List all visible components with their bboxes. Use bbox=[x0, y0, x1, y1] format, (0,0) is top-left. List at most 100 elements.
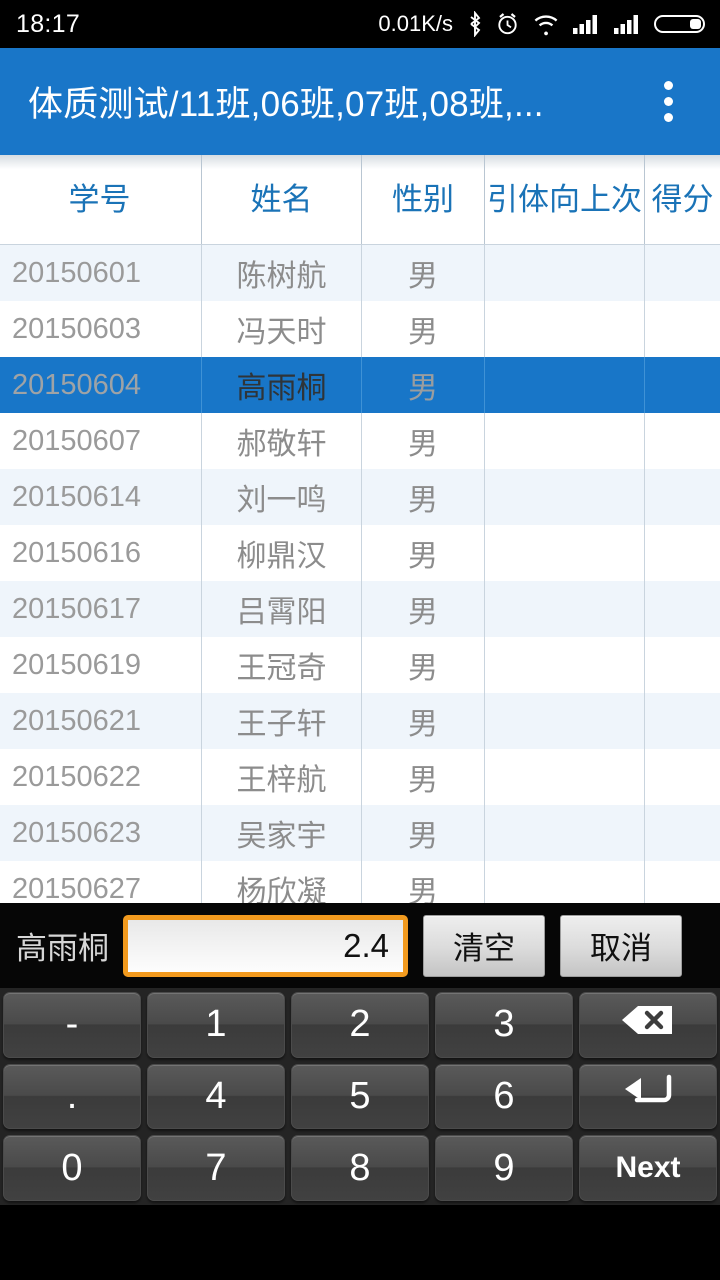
network-speed-text: 0.01K/s bbox=[378, 11, 453, 36]
value-input[interactable]: 2.4 bbox=[123, 914, 408, 977]
cell-student-id[interactable]: 20150614 bbox=[0, 469, 202, 525]
bluetooth-icon bbox=[470, 11, 481, 37]
table-row[interactable]: 20150601 陈树航男 bbox=[0, 245, 720, 301]
column-header-sex[interactable]: 性别 bbox=[362, 155, 485, 244]
key-1[interactable]: 1 bbox=[147, 992, 285, 1058]
cell-gender[interactable]: 男 bbox=[362, 357, 485, 413]
cell-student-id[interactable]: 20150601 bbox=[0, 245, 202, 301]
cell-student-name[interactable]: 吕霄阳 bbox=[202, 581, 362, 637]
cell-gender[interactable]: 男 bbox=[362, 469, 485, 525]
table-row[interactable]: 20150614 刘一鸣男 bbox=[0, 469, 720, 525]
key-2[interactable]: 2 bbox=[291, 992, 429, 1058]
key-next[interactable]: Next bbox=[579, 1135, 717, 1202]
cell-pullups[interactable] bbox=[485, 805, 645, 861]
cell-student-id[interactable]: 20150616 bbox=[0, 525, 202, 581]
overflow-menu-icon[interactable] bbox=[638, 48, 698, 155]
key-6[interactable]: 6 bbox=[435, 1063, 573, 1130]
cell-student-name[interactable]: 冯天时 bbox=[202, 301, 362, 357]
table-row[interactable]: 20150604 高雨桐男 bbox=[0, 357, 720, 413]
key-enter[interactable] bbox=[579, 1063, 717, 1130]
overflow-dot bbox=[663, 81, 673, 90]
cell-score[interactable] bbox=[645, 693, 720, 749]
cell-pullups[interactable] bbox=[485, 525, 645, 581]
cell-pullups[interactable] bbox=[485, 749, 645, 805]
key-4[interactable]: 4 bbox=[147, 1063, 285, 1130]
column-header-score[interactable]: 得分 bbox=[645, 155, 720, 244]
table-row[interactable]: 20150616 柳鼎汉男 bbox=[0, 525, 720, 581]
cell-gender[interactable]: 男 bbox=[362, 413, 485, 469]
cell-score[interactable] bbox=[645, 357, 720, 413]
key-0[interactable]: 0 bbox=[3, 1135, 141, 1202]
cell-score[interactable] bbox=[645, 749, 720, 805]
cell-student-id[interactable]: 20150623 bbox=[0, 805, 202, 861]
cell-student-name[interactable]: 吴家宇 bbox=[202, 805, 362, 861]
cell-student-id[interactable]: 20150604 bbox=[0, 357, 202, 413]
cell-score[interactable] bbox=[645, 469, 720, 525]
cell-score[interactable] bbox=[645, 245, 720, 301]
key-5[interactable]: 5 bbox=[291, 1063, 429, 1130]
table-row[interactable]: 20150627 杨欣凝男 bbox=[0, 861, 720, 903]
cell-gender[interactable]: 男 bbox=[362, 637, 485, 693]
cell-score[interactable] bbox=[645, 637, 720, 693]
cell-student-name[interactable]: 王梓航 bbox=[202, 749, 362, 805]
cell-pullups[interactable] bbox=[485, 357, 645, 413]
cell-student-id[interactable]: 20150607 bbox=[0, 413, 202, 469]
cell-student-name[interactable]: 王子轩 bbox=[202, 693, 362, 749]
cell-student-id[interactable]: 20150621 bbox=[0, 693, 202, 749]
cell-gender[interactable]: 男 bbox=[362, 749, 485, 805]
key-9[interactable]: 9 bbox=[435, 1135, 573, 1202]
cell-gender[interactable]: 男 bbox=[362, 693, 485, 749]
cell-gender[interactable]: 男 bbox=[362, 525, 485, 581]
cell-pullups[interactable] bbox=[485, 469, 645, 525]
cell-student-id[interactable]: 20150603 bbox=[0, 301, 202, 357]
table-row[interactable]: 20150622 王梓航男 bbox=[0, 749, 720, 805]
column-header-name[interactable]: 姓名 bbox=[202, 155, 362, 244]
table-row[interactable]: 20150623 吴家宇男 bbox=[0, 805, 720, 861]
cell-student-id[interactable]: 20150617 bbox=[0, 581, 202, 637]
key-7[interactable]: 7 bbox=[147, 1135, 285, 1202]
cell-student-name[interactable]: 杨欣凝 bbox=[202, 861, 362, 903]
column-header-pullups[interactable]: 引体向上次 bbox=[485, 155, 645, 244]
cell-student-name[interactable]: 陈树航 bbox=[202, 245, 362, 301]
cell-pullups[interactable] bbox=[485, 301, 645, 357]
table-row[interactable]: 20150621 王子轩男 bbox=[0, 693, 720, 749]
cell-gender[interactable]: 男 bbox=[362, 581, 485, 637]
cell-score[interactable] bbox=[645, 805, 720, 861]
cell-student-id[interactable]: 20150622 bbox=[0, 749, 202, 805]
cell-pullups[interactable] bbox=[485, 581, 645, 637]
cell-score[interactable] bbox=[645, 861, 720, 903]
table-row[interactable]: 20150617 吕霄阳男 bbox=[0, 581, 720, 637]
cell-student-name[interactable]: 郝敬轩 bbox=[202, 413, 362, 469]
cell-student-id[interactable]: 20150619 bbox=[0, 637, 202, 693]
clear-button[interactable]: 清空 bbox=[423, 914, 545, 977]
cell-gender[interactable]: 男 bbox=[362, 301, 485, 357]
key-backspace[interactable] bbox=[579, 992, 717, 1058]
key-8[interactable]: 8 bbox=[291, 1135, 429, 1202]
table-row[interactable]: 20150619 王冠奇男 bbox=[0, 637, 720, 693]
key-minus[interactable]: - bbox=[3, 992, 141, 1058]
table-row[interactable]: 20150603 冯天时男 bbox=[0, 301, 720, 357]
cell-gender[interactable]: 男 bbox=[362, 805, 485, 861]
cancel-button[interactable]: 取消 bbox=[560, 914, 682, 977]
column-header-id[interactable]: 学号 bbox=[0, 155, 202, 244]
cell-student-name[interactable]: 柳鼎汉 bbox=[202, 525, 362, 581]
cell-score[interactable] bbox=[645, 525, 720, 581]
cell-pullups[interactable] bbox=[485, 637, 645, 693]
cell-score[interactable] bbox=[645, 301, 720, 357]
cell-score[interactable] bbox=[645, 581, 720, 637]
cell-student-id[interactable]: 20150627 bbox=[0, 861, 202, 903]
cell-pullups[interactable] bbox=[485, 413, 645, 469]
student-table[interactable]: 学号 姓名 性别 引体向上次 得分 20150601 陈树航男 20150603 冯天… bbox=[0, 155, 720, 903]
key-3[interactable]: 3 bbox=[435, 992, 573, 1058]
cell-student-name[interactable]: 高雨桐 bbox=[202, 357, 362, 413]
cell-pullups[interactable] bbox=[485, 693, 645, 749]
cell-pullups[interactable] bbox=[485, 245, 645, 301]
cell-student-name[interactable]: 刘一鸣 bbox=[202, 469, 362, 525]
cell-pullups[interactable] bbox=[485, 861, 645, 903]
key-dot[interactable]: . bbox=[3, 1063, 141, 1130]
table-row[interactable]: 20150607 郝敬轩男 bbox=[0, 413, 720, 469]
cell-student-name[interactable]: 王冠奇 bbox=[202, 637, 362, 693]
cell-gender[interactable]: 男 bbox=[362, 245, 485, 301]
cell-gender[interactable]: 男 bbox=[362, 861, 485, 903]
cell-score[interactable] bbox=[645, 413, 720, 469]
